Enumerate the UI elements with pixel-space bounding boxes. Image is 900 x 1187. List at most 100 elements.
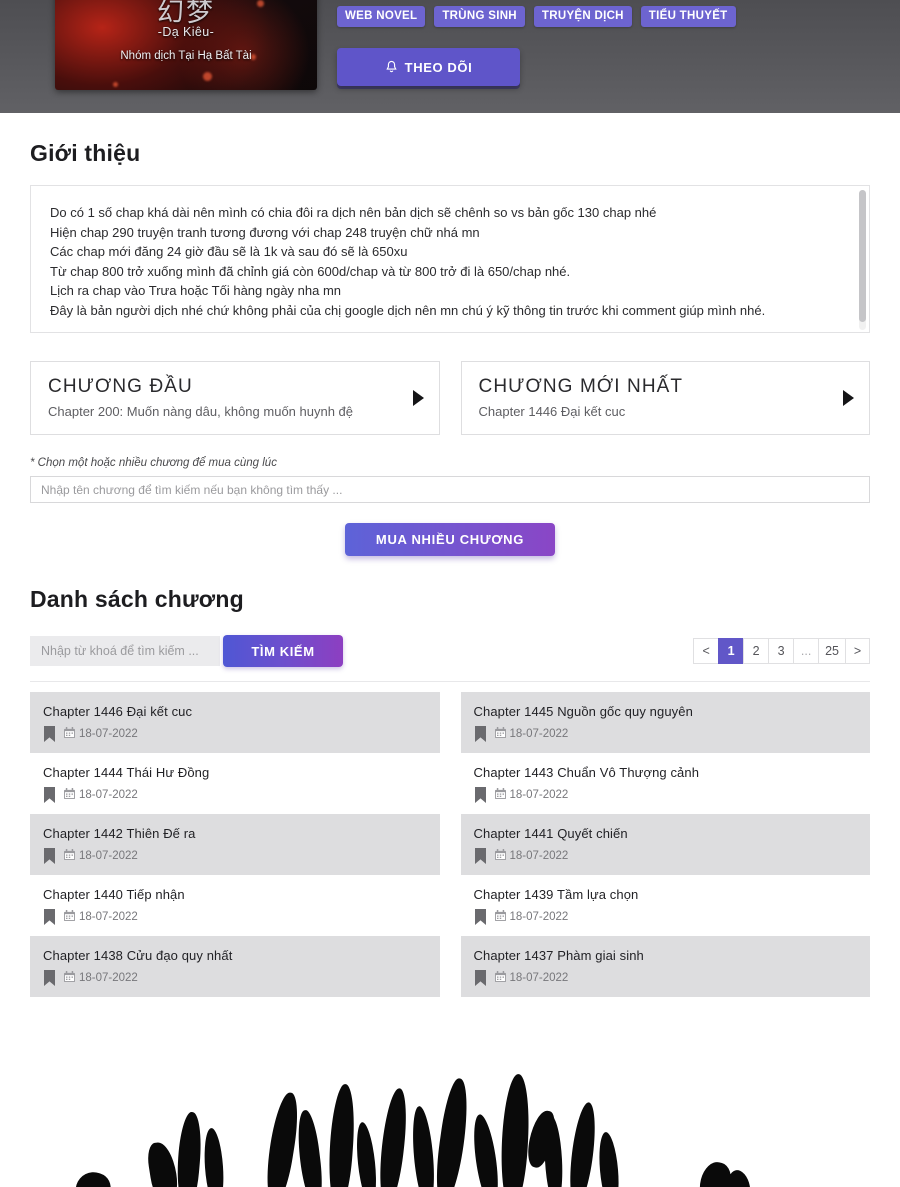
chapter-search-group: TÌM KIẾM <box>30 635 343 667</box>
pagination-ellipsis: ... <box>793 638 819 664</box>
chapter-name: Chapter 1440 Tiếp nhận <box>43 887 185 902</box>
chapter-search-button[interactable]: TÌM KIẾM <box>223 635 343 667</box>
latest-chapter-subtitle: Chapter 1446 Đại kết cuc <box>478 404 626 419</box>
chapter-search-input[interactable] <box>30 636 220 666</box>
pagination-page-1[interactable]: 1 <box>718 638 744 664</box>
genre-tag-tieu-thuyet[interactable]: TIỂU THUYẾT <box>640 6 736 27</box>
bookmark-icon[interactable] <box>43 726 56 742</box>
pagination-next[interactable]: > <box>845 638 870 664</box>
chapter-row[interactable]: Chapter 1438 Cửu đạo quy nhất 18-07-2022 <box>30 936 440 997</box>
chapter-meta: 18-07-2022 <box>43 970 427 986</box>
chapter-grid: Chapter 1446 Đại kết cuc 18-07-2022 Chapte… <box>30 692 870 997</box>
page-main: Giới thiệu Do có 1 số chap khá dài nên m… <box>0 140 900 997</box>
multi-buy-note: * Chọn một hoặc nhiều chương để mua cùng… <box>30 457 277 469</box>
chapter-meta: 18-07-2022 <box>474 726 858 742</box>
intro-line: Hiện chap 290 truyện tranh tương đương v… <box>50 224 480 240</box>
calendar-icon <box>64 971 75 985</box>
chapter-meta: 18-07-2022 <box>474 909 858 925</box>
calendar-icon <box>494 788 506 802</box>
chapter-date-text: 18-07-2022 <box>509 972 569 984</box>
chapter-meta: 18-07-2022 <box>474 848 858 864</box>
intro-description-box: Do có 1 số chap khá dài nên mình có chia… <box>30 185 870 333</box>
intro-scrollbar-thumb[interactable] <box>859 190 866 322</box>
book-cover-image[interactable]: 幻梦 -Dạ Kiêu- Nhóm dịch Tại Hạ Bất Tài <box>55 0 317 90</box>
chapter-row[interactable]: Chapter 1446 Đại kết cuc 18-07-2022 <box>30 692 440 753</box>
intro-heading: Giới thiệu <box>30 140 141 166</box>
chapter-date-text: 18-07-2022 <box>79 850 138 862</box>
chapter-row[interactable]: Chapter 1445 Nguồn gốc quy nguyên 18-07-2… <box>460 692 870 753</box>
chapter-date: 18-07-2022 <box>494 788 569 802</box>
intro-scrollbar[interactable] <box>859 190 866 330</box>
genre-tag-list: WEB NOVEL TRÙNG SINH TRUYỆN DỊCH TIỂU TH… <box>337 0 736 27</box>
chapter-name: Chapter 1437 Phàm giai sinh <box>473 948 644 963</box>
chapter-row[interactable]: Chapter 1444 Thái Hư Đồng 18-07-2022 <box>30 753 440 814</box>
play-arrow-icon <box>412 390 424 406</box>
footer-calligraphy-artwork <box>0 1027 900 1187</box>
pagination-page-2[interactable]: 2 <box>743 638 769 664</box>
multi-buy-button[interactable]: MUA NHIỀU CHƯƠNG <box>345 523 555 556</box>
intro-line: Do có 1 số chap khá dài nên mình có chia… <box>50 205 657 220</box>
bookmark-icon[interactable] <box>43 787 56 803</box>
chapter-meta: 18-07-2022 <box>474 787 858 803</box>
chapter-row[interactable]: Chapter 1441 Quyết chiến 18-07-2022 <box>460 814 870 875</box>
pagination-page-3[interactable]: 3 <box>768 638 794 664</box>
calendar-icon <box>64 910 75 924</box>
genre-tag-truyen-dich[interactable]: TRUYỆN DỊCH <box>533 6 632 27</box>
genre-tag-trung-sinh[interactable]: TRÙNG SINH <box>434 6 525 27</box>
chapter-date-text: 18-07-2022 <box>509 789 569 801</box>
chapter-date: 18-07-2022 <box>494 910 568 924</box>
book-header-banner: 幻梦 -Dạ Kiêu- Nhóm dịch Tại Hạ Bất Tài WE… <box>0 0 900 113</box>
chapter-row[interactable]: Chapter 1440 Tiếp nhận 18-07-2022 <box>30 875 440 936</box>
follow-button-label: THEO DÕI <box>404 59 473 75</box>
chapter-date-text: 18-07-2022 <box>509 728 569 740</box>
chapter-date-text: 18-07-2022 <box>79 911 138 923</box>
chapter-row[interactable]: Chapter 1442 Thiên Đế ra 18-07-2022 <box>30 814 440 875</box>
intro-line: Các chap mới đăng 24 giờ đầu sẽ là 1k và… <box>50 244 408 259</box>
calendar-icon <box>494 727 506 741</box>
pagination-prev[interactable]: < <box>693 638 719 664</box>
chapter-nav-cards: CHƯƠNG ĐẦU Chapter 200: Muốn nàng dâu, k… <box>30 361 870 435</box>
bookmark-icon[interactable] <box>43 848 56 864</box>
chapter-meta: 18-07-2022 <box>43 787 427 803</box>
chapter-row[interactable]: Chapter 1437 Phàm giai sinh 18-07-2022 <box>460 936 870 997</box>
calendar-icon <box>494 849 506 863</box>
chapter-date-text: 18-07-2022 <box>79 728 138 740</box>
bookmark-icon[interactable] <box>43 970 56 986</box>
chapter-name: Chapter 1445 Nguồn gốc quy nguyên <box>473 704 693 719</box>
bookmark-icon[interactable] <box>43 909 56 925</box>
calendar-icon <box>494 910 506 924</box>
latest-chapter-card[interactable]: CHƯƠNG MỚI NHẤT Chapter 1446 Đại kết cuc <box>460 361 870 435</box>
follow-button[interactable]: THEO DÕI <box>337 48 520 86</box>
intro-line: Từ chap 800 trở xuống mình đã chỉnh giá … <box>50 263 571 279</box>
bookmark-icon[interactable] <box>474 970 487 986</box>
chapter-list-controls: TÌM KIẾM < 1 2 3 ... 25 > <box>30 635 870 682</box>
calendar-icon <box>64 727 75 741</box>
chapter-date-text: 18-07-2022 <box>79 972 138 984</box>
intro-line: Đây là bản người dịch nhé chứ không phải… <box>50 302 766 318</box>
bookmark-icon[interactable] <box>474 909 487 925</box>
bell-icon <box>385 60 398 74</box>
chapter-list-heading: Danh sách chương <box>30 586 244 612</box>
pagination: < 1 2 3 ... 25 > <box>693 638 870 664</box>
chapter-row[interactable]: Chapter 1443 Chuẩn Vô Thượng cảnh 18-07-2… <box>461 753 871 814</box>
genre-tag-web-novel[interactable]: WEB NOVEL <box>337 6 426 27</box>
chapter-row[interactable]: Chapter 1439 Tầm lựa chọn 18-07-2022 <box>461 875 871 936</box>
first-chapter-subtitle: Chapter 200: Muốn nàng dâu, không muốn h… <box>48 404 354 419</box>
cover-author-line: -Dạ Kiêu- <box>157 25 215 39</box>
pagination-page-25[interactable]: 25 <box>818 638 845 664</box>
bookmark-icon[interactable] <box>474 726 487 742</box>
bookmark-icon[interactable] <box>474 848 487 864</box>
first-chapter-card[interactable]: CHƯƠNG ĐẦU Chapter 200: Muốn nàng dâu, k… <box>30 361 440 435</box>
multi-buy-search-input[interactable] <box>30 476 870 503</box>
chapter-meta: 18-07-2022 <box>474 970 858 986</box>
bookmark-icon[interactable] <box>474 787 487 803</box>
chapter-date-text: 18-07-2022 <box>79 789 138 801</box>
latest-chapter-title: CHƯƠNG MỚI NHẤT <box>478 376 684 397</box>
chapter-date: 18-07-2022 <box>494 727 569 741</box>
chapter-name: Chapter 1442 Thiên Đế ra <box>43 826 196 841</box>
calendar-icon <box>494 971 506 985</box>
chapter-name: Chapter 1446 Đại kết cuc <box>43 704 193 719</box>
chapter-date: 18-07-2022 <box>494 849 568 863</box>
first-chapter-title: CHƯƠNG ĐẦU <box>48 376 193 397</box>
intro-line: Lịch ra chap vào Trưa hoặc Tối hàng ngày… <box>50 283 342 298</box>
